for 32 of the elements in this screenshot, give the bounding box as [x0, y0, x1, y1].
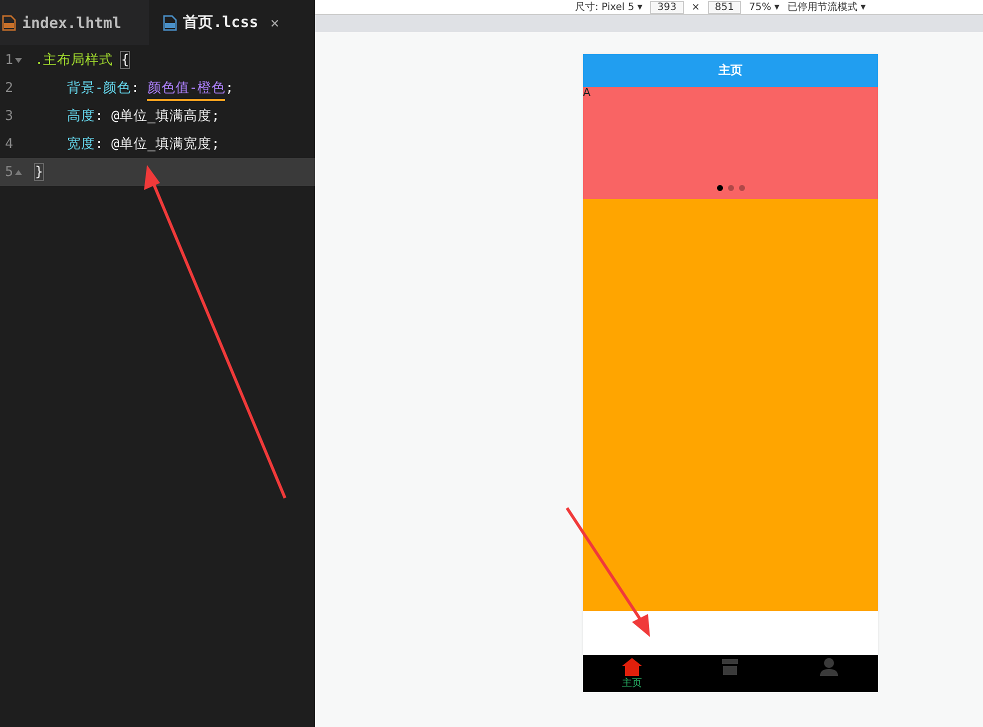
carousel-dot[interactable]: [738, 185, 744, 191]
file-tab[interactable]: index.lhtml: [0, 0, 150, 45]
line-number: 2: [5, 80, 14, 96]
page-title: 主页: [718, 62, 742, 79]
code-line: }: [35, 164, 44, 180]
device-dropdown[interactable]: 尺寸: Pixel 5 ▾: [575, 0, 642, 14]
fold-caret-icon[interactable]: [15, 170, 22, 174]
throttle-dropdown[interactable]: 已停用节流模式 ▾: [787, 0, 866, 14]
house-icon: [622, 658, 642, 676]
code-line: 高度: @单位_填满高度;: [66, 107, 220, 125]
file-tab[interactable]: 首页.lcss ×: [149, 0, 315, 45]
fold-caret-icon[interactable]: [15, 58, 22, 62]
zoom-dropdown[interactable]: 75% ▾: [749, 2, 780, 12]
line-number: 3: [5, 108, 14, 124]
code-line: 宽度: @单位_填满宽度;: [66, 135, 220, 153]
close-tab-button[interactable]: ×: [270, 14, 280, 32]
html-file-icon: [2, 14, 16, 30]
slide-text: A: [583, 87, 591, 98]
height-field[interactable]: 851: [708, 0, 741, 14]
nav-tab[interactable]: 主页: [583, 655, 682, 692]
line-number: 1: [5, 52, 14, 68]
width-field[interactable]: 393: [650, 0, 684, 14]
times-label: ×: [692, 2, 700, 12]
carousel-dot[interactable]: [728, 185, 734, 191]
person-icon: [820, 658, 838, 676]
nav-label: 主页: [622, 676, 642, 690]
line-number: 4: [5, 136, 14, 152]
code-line: .主布局样式 {: [35, 51, 130, 69]
store-icon: [721, 658, 740, 676]
css-file-icon: [163, 14, 178, 30]
carousel-dot[interactable]: [716, 185, 722, 191]
line-number: 5: [5, 164, 14, 180]
